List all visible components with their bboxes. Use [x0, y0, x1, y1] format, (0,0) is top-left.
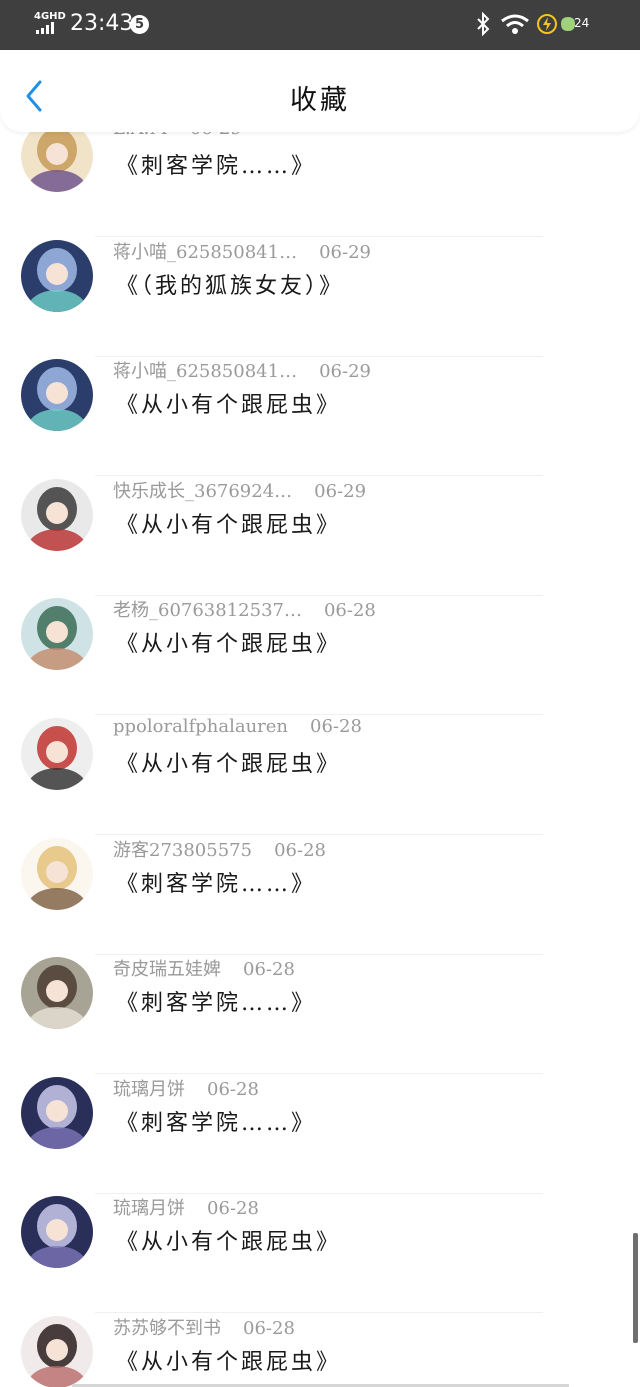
avatar[interactable] — [21, 1316, 93, 1387]
favorite-title[interactable]: 《刺客学院……》 — [116, 1105, 316, 1137]
date: 06-28 — [323, 600, 376, 622]
date: 06-28 — [207, 1198, 259, 1220]
avatar[interactable] — [21, 718, 93, 790]
status-bar: 4GHD 23:43 5 24 — [0, 0, 640, 50]
avatar[interactable] — [21, 478, 93, 551]
wifi-icon — [501, 14, 529, 34]
favorite-title[interactable]: 《刺客学院……》 — [116, 148, 316, 180]
favorite-meta: ppoloralfphalauren 06-28 — [113, 716, 362, 737]
scrollbar[interactable] — [633, 1233, 638, 1343]
avatar-image — [21, 957, 93, 1030]
favorite-item[interactable]: 奇皮瑞五娃婢 06-28 《刺客学院……》 — [0, 955, 640, 1075]
nav-bar: 收藏 — [0, 50, 640, 132]
username[interactable]: 老杨_60763812537… — [113, 600, 302, 621]
battery-level: 24 — [574, 16, 590, 30]
date: 06-28 — [310, 716, 362, 737]
favorite-title[interactable]: 《从小有个跟屁虫》 — [116, 1344, 341, 1376]
notification-count-badge: 5 — [130, 15, 149, 34]
favorite-meta: 快乐成长_3676924… 06-29 — [113, 477, 366, 503]
avatar[interactable] — [21, 239, 93, 312]
avatar[interactable] — [21, 1076, 93, 1149]
favorite-item[interactable]: ppoloralfphalauren 06-28 《从小有个跟屁虫》 — [0, 716, 640, 835]
favorite-title[interactable]: 《从小有个跟屁虫》 — [116, 1224, 341, 1256]
favorite-title[interactable]: 《从小有个跟屁虫》 — [116, 387, 341, 419]
username[interactable]: 快乐成长_3676924… — [113, 481, 292, 502]
avatar[interactable] — [21, 359, 93, 432]
avatar-image — [21, 239, 93, 312]
avatar-image — [21, 837, 93, 910]
avatar[interactable] — [21, 957, 93, 1030]
favorite-item[interactable]: 苏苏够不到书 06-28 《从小有个跟屁虫》 — [0, 1314, 640, 1387]
favorite-meta: 蒋小喵_625850841… 06-29 — [113, 238, 371, 264]
date: 06-28 — [274, 839, 326, 861]
favorite-item[interactable]: 游客273805575 06-28 《刺客学院……》 — [0, 836, 640, 955]
avatar[interactable] — [21, 598, 93, 671]
date: 06-29 — [319, 241, 371, 263]
favorite-meta: 琉璃月饼 06-28 — [113, 1194, 259, 1220]
avatar-image — [21, 598, 93, 671]
username[interactable]: 游客273805575 — [113, 840, 252, 861]
favorite-meta: 游客273805575 06-28 — [113, 836, 326, 862]
avatar-image — [21, 1076, 93, 1149]
username[interactable]: 蒋小喵_625850841… — [113, 361, 297, 382]
favorite-item[interactable]: 老杨_60763812537… 06-28 《从小有个跟屁虫》 — [0, 596, 640, 716]
favorite-item[interactable]: 琉璃月饼 06-28 《从小有个跟屁虫》 — [0, 1194, 640, 1314]
avatar-image — [21, 359, 93, 432]
network-type: 4GHD — [34, 11, 66, 22]
username[interactable]: ppoloralfphalauren — [113, 716, 288, 737]
clock: 23:43 — [70, 11, 134, 36]
username[interactable]: 奇皮瑞五娃婢 — [113, 959, 221, 980]
favorite-item[interactable]: 蒋小喵_625850841… 06-29 《从小有个跟屁虫》 — [0, 357, 640, 477]
favorite-meta: 老杨_60763812537… 06-28 — [113, 596, 376, 622]
favorite-item[interactable]: 蒋小喵_625850841… 06-29 《（我的狐族女友）》 — [0, 238, 640, 357]
favorite-title[interactable]: 《从小有个跟屁虫》 — [116, 626, 341, 658]
date: 06-29 — [314, 480, 367, 502]
username[interactable]: 苏苏够不到书 — [113, 1318, 221, 1339]
favorite-title[interactable]: 《（我的狐族女友）》 — [116, 268, 344, 300]
favorite-title[interactable]: 《刺客学院……》 — [116, 866, 316, 898]
favorite-title[interactable]: 《从小有个跟屁虫》 — [116, 746, 341, 778]
favorite-item[interactable]: 快乐成长_3676924… 06-29 《从小有个跟屁虫》 — [0, 477, 640, 596]
username[interactable]: 琉璃月饼 — [113, 1198, 185, 1219]
signal-icon — [36, 22, 60, 34]
favorite-meta: 苏苏够不到书 06-28 — [113, 1314, 295, 1340]
favorite-title[interactable]: 《从小有个跟屁虫》 — [116, 507, 341, 539]
avatar[interactable] — [21, 1196, 93, 1269]
avatar-image — [21, 478, 93, 551]
bluetooth-icon — [477, 12, 490, 36]
username[interactable]: 蒋小喵_625850841… — [113, 242, 297, 263]
date: 06-28 — [243, 1318, 295, 1339]
favorite-item[interactable]: L.A.M06-29《刺客学院……》 — [0, 118, 640, 237]
avatar-image — [21, 1196, 93, 1269]
page-title: 收藏 — [290, 85, 350, 116]
date: 06-28 — [243, 959, 295, 981]
date: 06-29 — [319, 361, 371, 383]
username[interactable]: 琉璃月饼 — [113, 1079, 185, 1100]
avatar-image — [21, 1316, 93, 1387]
date: 06-28 — [207, 1078, 259, 1100]
charging-icon — [537, 14, 557, 34]
avatar[interactable] — [21, 837, 93, 910]
favorite-meta: 蒋小喵_625850841… 06-29 — [113, 357, 371, 383]
favorites-list[interactable]: L.A.M06-29《刺客学院……》蒋小喵_625850841… 06-29 《（我… — [0, 0, 640, 1387]
favorite-item[interactable]: 琉璃月饼 06-28 《刺客学院……》 — [0, 1075, 640, 1194]
avatar-image — [21, 718, 93, 790]
favorite-title[interactable]: 《刺客学院……》 — [116, 985, 316, 1017]
favorite-meta: 奇皮瑞五娃婢 06-28 — [113, 955, 295, 981]
favorite-meta: 琉璃月饼 06-28 — [113, 1075, 259, 1101]
